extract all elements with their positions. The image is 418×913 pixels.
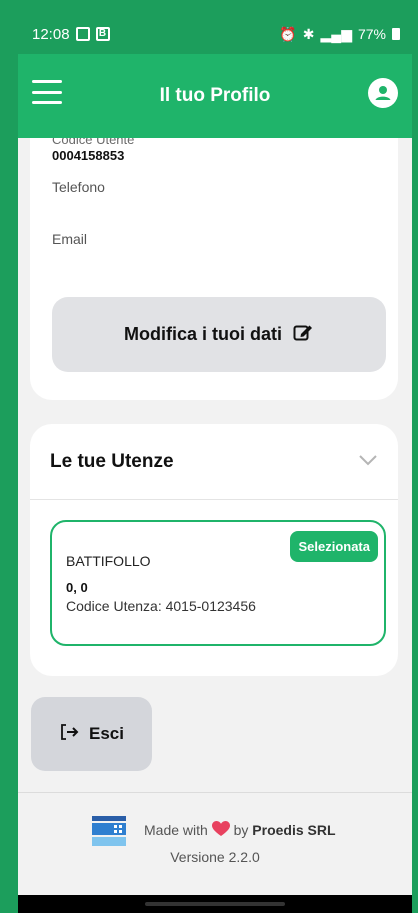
logout-icon — [59, 723, 79, 746]
made-with-text: Made with — [144, 822, 208, 838]
bluetooth-icon: ✱ — [302, 25, 315, 42]
logout-button[interactable]: Esci — [31, 697, 152, 771]
system-nav-bar — [18, 895, 412, 913]
footer-divider — [18, 792, 412, 793]
edit-profile-label: Modifica i tuoi dati — [124, 324, 282, 344]
b-notification-icon: B — [95, 27, 110, 41]
chevron-down-icon — [358, 453, 378, 471]
profile-card: Codice Utente 0004158853 Telefono Email … — [30, 138, 398, 400]
utenza-name: BATTIFOLLO — [66, 553, 151, 569]
signal-icon: ▂▄▆ — [320, 25, 352, 42]
email-label: Email — [52, 231, 88, 247]
battery-icon — [392, 28, 400, 40]
utenze-header[interactable]: Le tue Utenze — [30, 424, 398, 500]
app-bar: Il tuo Profilo — [18, 54, 412, 138]
heart-icon — [211, 821, 234, 838]
edit-icon — [292, 321, 314, 348]
main-content: Codice Utente 0004158853 Telefono Email … — [18, 138, 412, 895]
utenze-card: Le tue Utenze Selezionata BATTIFOLLO 0, … — [30, 424, 398, 676]
app-version: Versione 2.2.0 — [170, 849, 260, 865]
utenza-code: Codice Utenza: 4015-0123456 — [66, 598, 256, 614]
status-time: 12:08 — [32, 25, 70, 43]
home-gesture-handle[interactable] — [145, 902, 285, 906]
avatar-icon[interactable] — [368, 78, 398, 108]
alarm-icon: ⏰ — [279, 25, 297, 42]
codice-utente-value: 0004158853 — [52, 148, 125, 163]
logout-label: Esci — [89, 724, 124, 743]
selected-badge: Selezionata — [290, 531, 378, 562]
proedis-logo-icon — [92, 816, 126, 851]
codice-utente-label: Codice Utente — [52, 138, 135, 147]
company-name: Proedis SRL — [252, 822, 336, 838]
telefono-label: Telefono — [52, 179, 105, 195]
by-text: by — [233, 822, 249, 838]
edit-profile-button[interactable]: Modifica i tuoi dati — [52, 297, 386, 372]
utenza-item[interactable]: Selezionata BATTIFOLLO 0, 0 Codice Utenz… — [50, 520, 386, 646]
footer-credit: Made with by Proedis SRL — [144, 821, 336, 838]
menu-icon[interactable] — [32, 80, 62, 104]
gallery-notification-icon — [75, 27, 90, 41]
utenze-title: Le tue Utenze — [50, 450, 174, 472]
page-title: Il tuo Profilo — [159, 85, 271, 106]
utenza-value: 0, 0 — [66, 580, 88, 595]
battery-percent: 77% — [357, 26, 386, 42]
status-bar: 12:08 B ⏰ ✱ ▂▄▆ 77% — [18, 14, 412, 54]
